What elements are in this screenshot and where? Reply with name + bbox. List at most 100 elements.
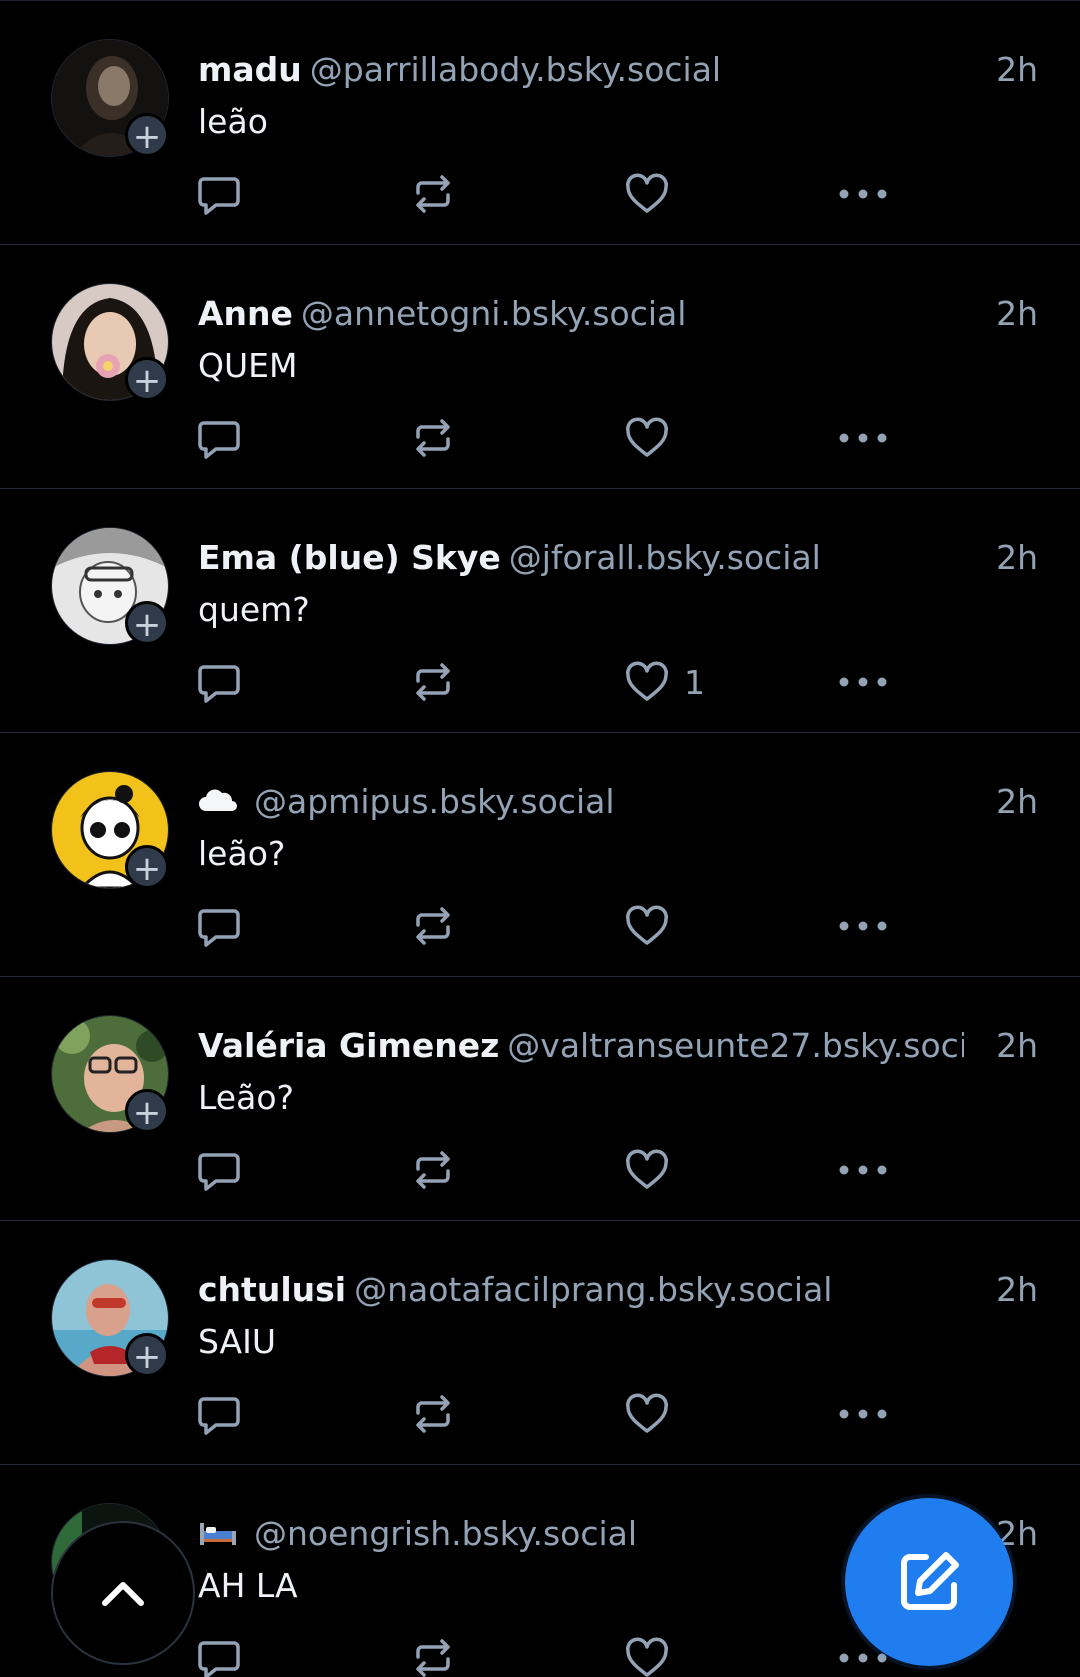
feed-post[interactable]: + Ema (blue) Skye @jforall.bsky.social 2h…	[0, 489, 1080, 733]
more-options-button[interactable]	[838, 657, 888, 707]
post-actions	[196, 1389, 916, 1439]
author-name[interactable]: chtulusi	[198, 1270, 346, 1309]
repost-arrows-icon	[416, 1395, 450, 1433]
avatar[interactable]: +	[51, 1015, 169, 1133]
follow-plus-icon[interactable]: +	[125, 1089, 169, 1133]
feed-post[interactable]: + madu @parrillabody.bsky.social 2h leão	[0, 1, 1080, 245]
avatar[interactable]: +	[51, 283, 169, 401]
heart-icon	[626, 905, 668, 945]
more-options-button[interactable]	[838, 1145, 888, 1195]
follow-plus-icon[interactable]: +	[125, 1333, 169, 1377]
reply-button[interactable]	[196, 657, 242, 707]
post-actions	[196, 1633, 916, 1677]
post-text: QUEM	[198, 346, 298, 385]
post-actions	[196, 413, 916, 463]
reply-button[interactable]	[196, 1389, 242, 1439]
post-text: leão	[198, 102, 268, 141]
more-options-button[interactable]	[838, 901, 888, 951]
reply-button[interactable]	[196, 1145, 242, 1195]
follow-plus-icon[interactable]: +	[125, 601, 169, 645]
post-time[interactable]: 2h	[996, 291, 1038, 337]
author-handle[interactable]: @annetogni.bsky.social	[301, 294, 686, 333]
pencil-square-icon	[901, 1552, 959, 1610]
author-name[interactable]: madu	[198, 50, 302, 89]
post-text: leão?	[198, 834, 286, 873]
speech-bubble-icon	[198, 421, 240, 459]
more-dots-icon	[839, 1165, 887, 1175]
post-text: SAIU	[198, 1322, 277, 1361]
feed-post[interactable]: + Anne @annetogni.bsky.social 2h QUEM	[0, 245, 1080, 489]
like-button[interactable]	[624, 1389, 684, 1439]
author-handle[interactable]: @apmipus.bsky.social	[254, 782, 615, 821]
author-handle[interactable]: @noengrish.bsky.social	[254, 1514, 637, 1553]
speech-bubble-icon	[198, 909, 240, 947]
speech-bubble-icon	[198, 177, 240, 215]
author-handle[interactable]: @naotafacilprang.bsky.social	[354, 1270, 832, 1309]
follow-plus-icon[interactable]: +	[125, 845, 169, 889]
scroll-to-top-button[interactable]	[51, 1521, 195, 1665]
more-dots-icon	[839, 921, 887, 931]
more-dots-icon	[839, 433, 887, 443]
repost-button[interactable]	[410, 901, 456, 951]
more-options-button[interactable]	[838, 1389, 888, 1439]
post-text: quem?	[198, 590, 310, 629]
heart-icon	[626, 1637, 668, 1677]
author-name[interactable]: Ema (blue) Skye	[198, 538, 501, 577]
speech-bubble-icon	[198, 1641, 240, 1677]
avatar[interactable]: +	[51, 771, 169, 889]
heart-icon	[626, 661, 668, 701]
compose-post-button[interactable]	[845, 1498, 1013, 1666]
post-time[interactable]: 2h	[996, 779, 1038, 825]
chevron-up-icon	[102, 1582, 144, 1606]
repost-button[interactable]	[410, 1389, 456, 1439]
more-dots-icon	[839, 1409, 887, 1419]
repost-button[interactable]	[410, 1145, 456, 1195]
author-name[interactable]: Valéria Gimenez	[198, 1026, 499, 1065]
repost-button[interactable]	[410, 1633, 456, 1677]
more-dots-icon	[839, 189, 887, 199]
follow-plus-icon[interactable]: +	[125, 357, 169, 401]
post-text: AH LA	[198, 1566, 298, 1605]
like-button[interactable]	[624, 169, 684, 219]
like-count: 1	[684, 662, 705, 702]
post-feed[interactable]: + madu@parrillabody.bsky.social 2h leão	[0, 0, 1080, 1677]
repost-button[interactable]	[410, 413, 456, 463]
speech-bubble-icon	[198, 1153, 240, 1191]
like-button[interactable]	[624, 901, 684, 951]
author-handle[interactable]: @valtranseunte27.bsky.social	[507, 1026, 964, 1065]
feed-post[interactable]: + chtulusi @naotafacilprang.bsky.social 2…	[0, 1221, 1080, 1465]
post-actions: 1	[196, 657, 916, 707]
follow-plus-icon[interactable]: +	[125, 113, 169, 157]
post-actions	[196, 169, 916, 219]
feed-post[interactable]: + @apmipus.bsky.social 2h leão?	[0, 733, 1080, 977]
like-button[interactable]	[624, 1145, 684, 1195]
author-handle[interactable]: @parrillabody.bsky.social	[310, 50, 721, 89]
heart-icon	[626, 173, 668, 213]
more-options-button[interactable]	[838, 169, 888, 219]
reply-button[interactable]	[196, 169, 242, 219]
repost-button[interactable]	[410, 657, 456, 707]
avatar[interactable]: +	[51, 39, 169, 157]
like-button[interactable]	[624, 1633, 684, 1677]
repost-button[interactable]	[410, 169, 456, 219]
author-name[interactable]: Anne	[198, 294, 293, 333]
post-actions	[196, 901, 916, 951]
post-time[interactable]: 2h	[996, 535, 1038, 581]
heart-icon	[626, 1149, 668, 1189]
avatar[interactable]: +	[51, 1259, 169, 1377]
post-time[interactable]: 2h	[996, 1267, 1038, 1313]
heart-icon	[626, 1393, 668, 1433]
like-button[interactable]: 1	[624, 657, 705, 707]
avatar[interactable]: +	[51, 527, 169, 645]
feed-post[interactable]: + Valéria Gimenez @valtranseunte27.bsky.s…	[0, 977, 1080, 1221]
reply-button[interactable]	[196, 1633, 242, 1677]
like-button[interactable]	[624, 413, 684, 463]
reply-button[interactable]	[196, 413, 242, 463]
author-handle[interactable]: @jforall.bsky.social	[509, 538, 821, 577]
post-time[interactable]: 2h	[996, 1023, 1038, 1069]
reply-button[interactable]	[196, 901, 242, 951]
repost-arrows-icon	[416, 663, 450, 701]
more-options-button[interactable]	[838, 413, 888, 463]
post-time[interactable]: 2h	[996, 47, 1038, 93]
speech-bubble-icon	[198, 665, 240, 703]
